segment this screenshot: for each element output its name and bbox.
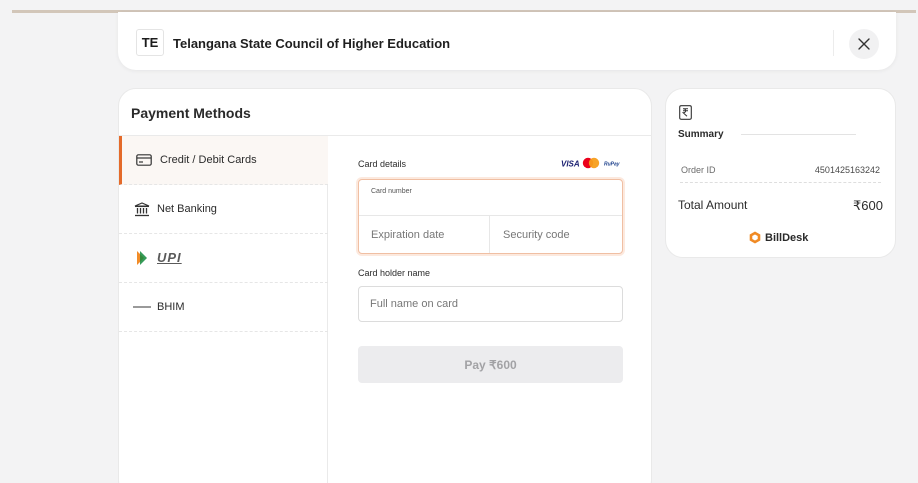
security-code-field[interactable]: Security code (490, 216, 622, 253)
billdesk-logo-icon (749, 231, 761, 244)
bank-icon (119, 201, 157, 217)
pay-button[interactable]: Pay ₹600 (358, 346, 623, 383)
method-upi[interactable]: UPI (119, 234, 328, 283)
visa-logo-icon: VISA (561, 160, 580, 169)
close-button[interactable] (849, 29, 879, 59)
order-id-label: Order ID (681, 165, 716, 175)
card-input-group: Card number Expiration date Security cod… (358, 179, 623, 254)
card-number-field[interactable]: Card number (359, 180, 622, 216)
expiration-date-field[interactable]: Expiration date (359, 216, 490, 253)
method-bhim[interactable]: BHIM (119, 283, 328, 332)
upi-arrow-icon (119, 250, 157, 266)
summary-title: Summary (678, 129, 724, 140)
card-number-label: Card number (371, 188, 412, 195)
card-holder-name-input[interactable]: Full name on card (358, 286, 623, 322)
close-icon (858, 38, 870, 50)
merchant-logo: TE (136, 29, 164, 56)
billdesk-branding: BillDesk (749, 231, 808, 244)
total-amount-label: Total Amount (678, 198, 748, 212)
card-brand-logos: VISA RuPay (561, 156, 623, 170)
upi-logo: UPI (157, 250, 182, 265)
order-id-value: 4501425163242 (814, 165, 880, 175)
rupee-receipt-icon (679, 105, 692, 125)
card-form: Card details VISA RuPay Card number Expi… (329, 136, 652, 483)
payment-method-list: Credit / Debit Cards Net Banking UPI BHI… (119, 136, 328, 483)
total-amount-value: ₹600 (853, 198, 883, 213)
method-label: Net Banking (157, 203, 217, 215)
payment-methods-title: Payment Methods (131, 105, 251, 121)
rupay-logo-icon: RuPay (604, 162, 620, 168)
card-details-label: Card details (358, 159, 407, 169)
merchant-name: Telangana State Council of Higher Educat… (173, 36, 451, 51)
merchant-header: TE Telangana State Council of Higher Edu… (118, 12, 896, 70)
payment-methods-panel: Payment Methods Credit / Debit Cards Net… (118, 88, 652, 483)
method-net-banking[interactable]: Net Banking (119, 185, 328, 234)
header-divider (833, 30, 834, 56)
card-icon (122, 154, 160, 166)
summary-title-rule (741, 134, 856, 135)
method-credit-debit-cards[interactable]: Credit / Debit Cards (119, 136, 328, 185)
summary-panel: Summary Order ID 4501425163242 Total Amo… (665, 88, 896, 258)
billdesk-label: BillDesk (765, 231, 809, 244)
method-label: BHIM (157, 301, 185, 313)
bhim-logo-icon (119, 304, 157, 310)
card-holder-label: Card holder name (358, 268, 431, 278)
method-label: Credit / Debit Cards (160, 154, 257, 166)
summary-divider (680, 182, 881, 183)
